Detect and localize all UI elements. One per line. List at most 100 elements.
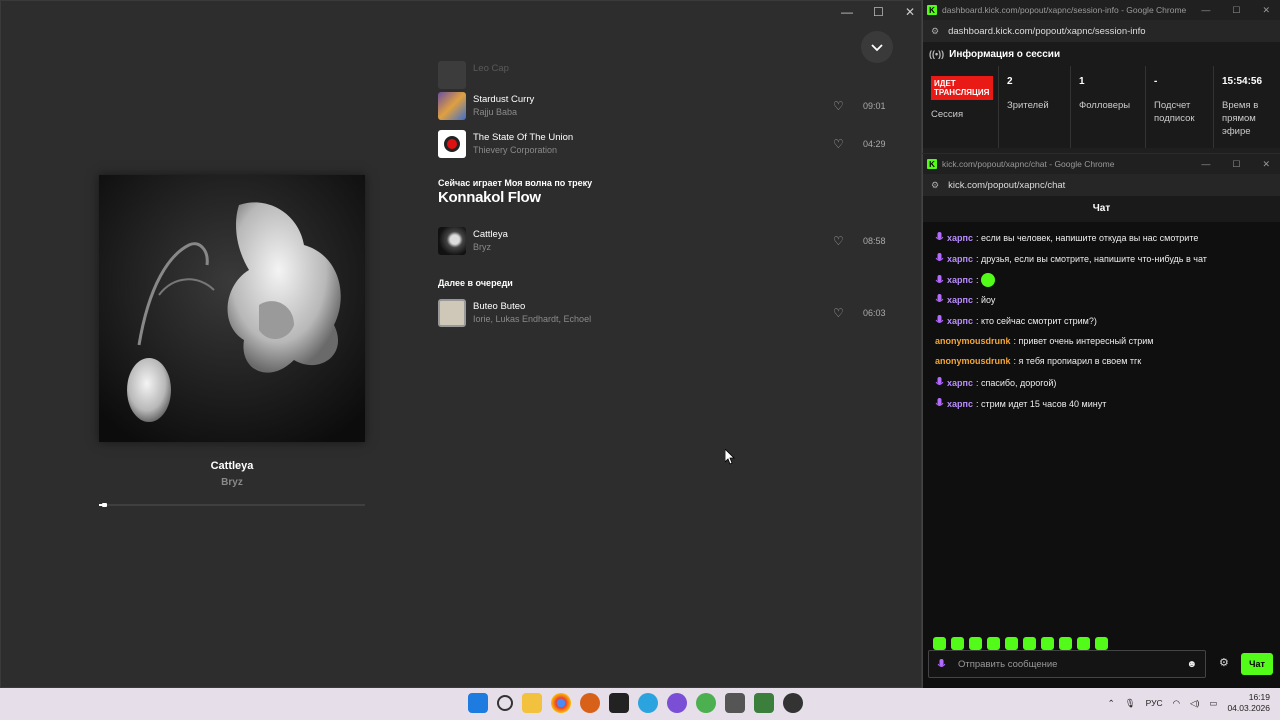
track-artist[interactable]: Rajju Baba bbox=[473, 107, 517, 117]
emote-icon[interactable] bbox=[987, 637, 1000, 650]
stat-label: Сессия bbox=[931, 109, 964, 120]
stats-row: ИДЕТ ТРАНСЛЯЦИЯ Сессия 2 Зрителей 1 Фолл… bbox=[923, 66, 1280, 148]
now-playing-title[interactable]: Cattleya bbox=[99, 460, 365, 472]
clock[interactable]: 16:19 04.03.2026 bbox=[1227, 692, 1270, 714]
volume-icon[interactable]: ◁) bbox=[1190, 698, 1199, 709]
browser-icon[interactable] bbox=[580, 693, 600, 713]
progress-knob[interactable] bbox=[102, 503, 108, 507]
session-info-window: K dashboard.kick.com/popout/xapnc/sessio… bbox=[922, 0, 1280, 153]
app-icon[interactable] bbox=[754, 693, 774, 713]
queue-track-row[interactable]: Buteo Buteo Iorie, Lukas Endhardt, Echoe… bbox=[438, 299, 888, 327]
emote-icon bbox=[981, 273, 996, 287]
battery-icon[interactable]: ▭ bbox=[1209, 698, 1217, 709]
gear-icon[interactable]: ⚙ bbox=[1219, 656, 1229, 669]
taskbar: ⌃ 🎙 РУС ◠ ◁) ▭ 16:19 04.03.2026 bbox=[0, 688, 1280, 720]
site-settings-icon[interactable]: ⚙ bbox=[931, 26, 939, 37]
heart-icon[interactable]: ♡ bbox=[833, 307, 845, 319]
chat-username[interactable]: харпс bbox=[947, 316, 973, 326]
progress-bar[interactable] bbox=[99, 503, 365, 507]
chat-username[interactable]: харпс bbox=[947, 378, 973, 388]
clock-time: 16:19 bbox=[1248, 692, 1270, 702]
emote-icon[interactable] bbox=[1059, 637, 1072, 650]
track-cover bbox=[438, 130, 466, 158]
stat-value: 1 bbox=[1079, 76, 1085, 87]
telegram-icon[interactable] bbox=[638, 693, 658, 713]
maximize-icon[interactable]: ☐ bbox=[1232, 159, 1240, 170]
language-indicator[interactable]: РУС bbox=[1146, 698, 1163, 708]
close-icon[interactable]: ✕ bbox=[1262, 159, 1270, 170]
chat-text: : спасибо, дорогой) bbox=[975, 377, 1057, 388]
heart-icon[interactable]: ♡ bbox=[833, 100, 845, 112]
chat-message-input[interactable]: Отправить сообщение ☻ bbox=[928, 650, 1206, 678]
emote-icon[interactable] bbox=[1023, 637, 1036, 650]
utorrent-icon[interactable] bbox=[696, 693, 716, 713]
window-title: dashboard.kick.com/popout/xapnc/session-… bbox=[942, 5, 1187, 15]
app-icon[interactable] bbox=[667, 693, 687, 713]
maximize-icon[interactable]: ☐ bbox=[873, 5, 884, 19]
maximize-icon[interactable]: ☐ bbox=[1232, 5, 1240, 16]
heart-icon[interactable]: ♡ bbox=[833, 138, 845, 150]
wave-title[interactable]: Konnakol Flow bbox=[438, 189, 541, 206]
emote-icon[interactable] bbox=[1041, 637, 1054, 650]
track-artist[interactable]: Bryz bbox=[473, 242, 491, 252]
chat-message: харпс: кто сейчас смотрит стрим?) bbox=[935, 315, 1097, 326]
chrome-icon[interactable] bbox=[551, 693, 571, 713]
emote-icon[interactable] bbox=[1077, 637, 1090, 650]
track-duration: 09:01 bbox=[863, 101, 886, 111]
emote-icon[interactable] bbox=[951, 637, 964, 650]
track-artist[interactable]: Iorie, Lukas Endhardt, Echoel bbox=[473, 314, 591, 324]
mic-badge-icon bbox=[935, 398, 944, 406]
collapse-button[interactable] bbox=[861, 31, 893, 63]
emoji-icon[interactable]: ☻ bbox=[1186, 659, 1197, 670]
obs-icon[interactable] bbox=[783, 693, 803, 713]
microphone-icon[interactable]: 🎙 bbox=[1125, 698, 1136, 709]
app-icon[interactable] bbox=[725, 693, 745, 713]
chat-username[interactable]: anonymousdrunk bbox=[935, 336, 1011, 346]
chat-username[interactable]: харпс bbox=[947, 275, 973, 285]
track-row[interactable]: Leo Cap bbox=[438, 61, 888, 89]
chat-username[interactable]: харпс bbox=[947, 233, 973, 243]
chat-username[interactable]: харпс bbox=[947, 399, 973, 409]
track-artist[interactable]: Thievery Corporation bbox=[473, 145, 557, 155]
track-row[interactable]: The State Of The Union Thievery Corporat… bbox=[438, 130, 888, 158]
track-title: Buteo Buteo bbox=[473, 301, 526, 312]
heart-icon[interactable]: ♡ bbox=[833, 235, 845, 247]
chevron-up-icon[interactable]: ⌃ bbox=[1108, 698, 1115, 709]
url-text[interactable]: kick.com/popout/xapnc/chat bbox=[948, 180, 1065, 191]
address-bar[interactable]: ⚙ kick.com/popout/xapnc/chat bbox=[923, 174, 1280, 196]
chat-username[interactable]: харпс bbox=[947, 254, 973, 264]
music-app-icon[interactable] bbox=[609, 693, 629, 713]
current-track-row[interactable]: Cattleya Bryz ♡ 08:58 bbox=[438, 227, 888, 255]
search-icon[interactable] bbox=[497, 695, 513, 711]
close-icon[interactable]: ✕ bbox=[905, 5, 915, 19]
chat-message: харпс: спасибо, дорогой) bbox=[935, 377, 1056, 388]
session-header: ((•)) Информация о сессии bbox=[923, 42, 1280, 66]
chat-message: anonymousdrunk: я тебя пропиарил в своем… bbox=[935, 356, 1141, 366]
orchid-image bbox=[99, 175, 365, 442]
emote-icon[interactable] bbox=[969, 637, 982, 650]
minimize-icon[interactable]: — bbox=[1201, 159, 1210, 170]
mouse-cursor-icon bbox=[725, 449, 735, 465]
chat-header: Чат bbox=[923, 196, 1280, 222]
track-title: Cattleya bbox=[473, 229, 508, 240]
now-playing-artist[interactable]: Bryz bbox=[99, 477, 365, 488]
chat-username[interactable]: anonymousdrunk bbox=[935, 356, 1011, 366]
chat-username[interactable]: харпс bbox=[947, 295, 973, 305]
window-titlebar: K dashboard.kick.com/popout/xapnc/sessio… bbox=[923, 0, 1280, 20]
session-header-title: Информация о сессии bbox=[949, 48, 1061, 60]
track-row[interactable]: Stardust Curry Rajju Baba ♡ 09:01 bbox=[438, 92, 888, 120]
wifi-icon[interactable]: ◠ bbox=[1173, 698, 1180, 709]
address-bar[interactable]: ⚙ dashboard.kick.com/popout/xapnc/sessio… bbox=[923, 20, 1280, 42]
chat-send-button[interactable]: Чат bbox=[1241, 653, 1273, 675]
file-explorer-icon[interactable] bbox=[522, 693, 542, 713]
url-text[interactable]: dashboard.kick.com/popout/xapnc/session-… bbox=[948, 26, 1146, 37]
close-icon[interactable]: ✕ bbox=[1262, 5, 1270, 16]
emote-icon[interactable] bbox=[933, 637, 946, 650]
site-settings-icon[interactable]: ⚙ bbox=[931, 180, 939, 191]
emote-icon[interactable] bbox=[1005, 637, 1018, 650]
stat-session: ИДЕТ ТРАНСЛЯЦИЯ Сессия bbox=[923, 66, 999, 148]
minimize-icon[interactable]: — bbox=[1201, 5, 1210, 16]
emote-icon[interactable] bbox=[1095, 637, 1108, 650]
windows-start-icon[interactable] bbox=[468, 693, 488, 713]
minimize-icon[interactable]: — bbox=[841, 5, 853, 19]
